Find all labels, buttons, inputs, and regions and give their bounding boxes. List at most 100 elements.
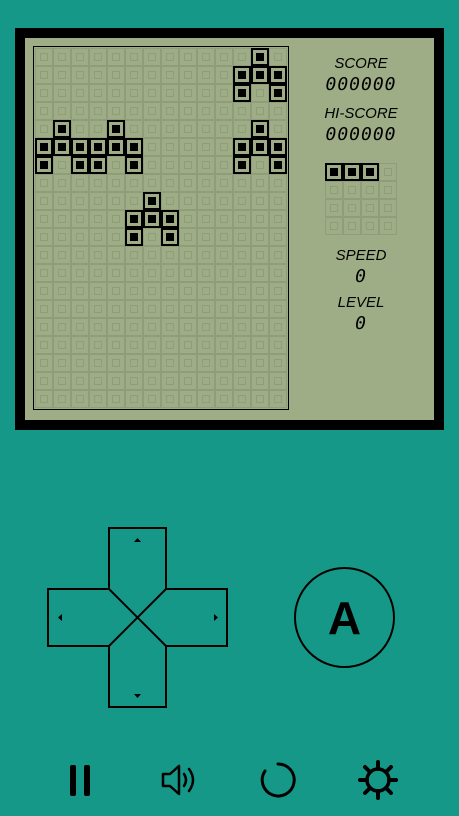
field-empty-cell [107,318,125,336]
field-empty-cell [107,48,125,66]
field-empty-cell [107,282,125,300]
next-piece-empty-cell [343,217,361,235]
field-empty-cell [215,66,233,84]
field-empty-cell [215,138,233,156]
field-empty-cell [71,336,89,354]
field-empty-cell [125,300,143,318]
field-empty-cell [179,336,197,354]
field-empty-cell [161,156,179,174]
field-empty-cell [161,66,179,84]
field-empty-cell [143,102,161,120]
field-empty-cell [251,84,269,102]
settings-button[interactable] [358,760,398,800]
field-empty-cell [197,354,215,372]
field-empty-cell [179,84,197,102]
field-empty-cell [89,210,107,228]
dpad-right-button[interactable] [166,589,227,646]
field-empty-cell [197,228,215,246]
field-empty-cell [161,102,179,120]
field-block [251,66,269,84]
field-empty-cell [89,264,107,282]
field-empty-cell [35,264,53,282]
field-empty-cell [251,102,269,120]
field-empty-cell [215,84,233,102]
field-empty-cell [197,66,215,84]
field-empty-cell [179,156,197,174]
field-empty-cell [71,174,89,192]
field-empty-cell [251,282,269,300]
field-empty-cell [53,210,71,228]
field-empty-cell [269,282,287,300]
field-empty-cell [251,174,269,192]
next-piece-preview [324,162,400,238]
field-empty-cell [89,246,107,264]
field-block [71,138,89,156]
sound-button[interactable] [160,760,200,800]
dpad-down-button[interactable] [109,646,166,707]
field-empty-cell [161,264,179,282]
field-empty-cell [197,246,215,264]
field-empty-cell [107,264,125,282]
field-empty-cell [107,192,125,210]
field-empty-cell [161,354,179,372]
field-empty-cell [233,390,251,408]
field-empty-cell [179,102,197,120]
field-empty-cell [143,48,161,66]
field-empty-cell [143,390,161,408]
speed-value: 0 [355,266,367,287]
field-empty-cell [89,174,107,192]
next-piece-empty-cell [325,181,343,199]
field-block [35,138,53,156]
dpad-left-button[interactable] [48,589,109,646]
pause-button[interactable] [61,760,101,800]
field-empty-cell [197,102,215,120]
field-empty-cell [143,228,161,246]
dpad-up-button[interactable] [109,528,166,589]
field-empty-cell [251,246,269,264]
field-empty-cell [89,300,107,318]
field-empty-cell [179,246,197,264]
field-empty-cell [89,84,107,102]
a-button[interactable]: A [294,567,395,668]
field-empty-cell [251,210,269,228]
field-empty-cell [107,174,125,192]
field-empty-cell [251,390,269,408]
field-block [125,210,143,228]
field-block [233,84,251,102]
field-empty-cell [197,48,215,66]
field-empty-cell [233,192,251,210]
field-empty-cell [161,138,179,156]
field-empty-cell [251,300,269,318]
field-empty-cell [107,156,125,174]
field-empty-cell [143,336,161,354]
field-empty-cell [269,300,287,318]
field-empty-cell [107,300,125,318]
field-empty-cell [107,210,125,228]
next-piece-empty-cell [379,181,397,199]
field-empty-cell [269,120,287,138]
field-empty-cell [89,282,107,300]
arrow-down-icon [134,694,141,698]
field-empty-cell [197,138,215,156]
next-piece-empty-cell [343,181,361,199]
field-empty-cell [179,66,197,84]
field-empty-cell [179,264,197,282]
field-empty-cell [35,48,53,66]
field-empty-cell [53,66,71,84]
field-empty-cell [233,300,251,318]
field-empty-cell [125,48,143,66]
field-empty-cell [107,102,125,120]
next-piece-empty-cell [379,217,397,235]
field-empty-cell [107,354,125,372]
field-empty-cell [35,300,53,318]
field-empty-cell [53,354,71,372]
field-empty-cell [35,372,53,390]
field-empty-cell [89,120,107,138]
field-empty-cell [269,336,287,354]
field-empty-cell [71,120,89,138]
field-empty-cell [107,228,125,246]
score-label: SCORE [334,55,388,72]
field-empty-cell [197,156,215,174]
field-empty-cell [35,102,53,120]
restart-button[interactable] [258,760,298,800]
